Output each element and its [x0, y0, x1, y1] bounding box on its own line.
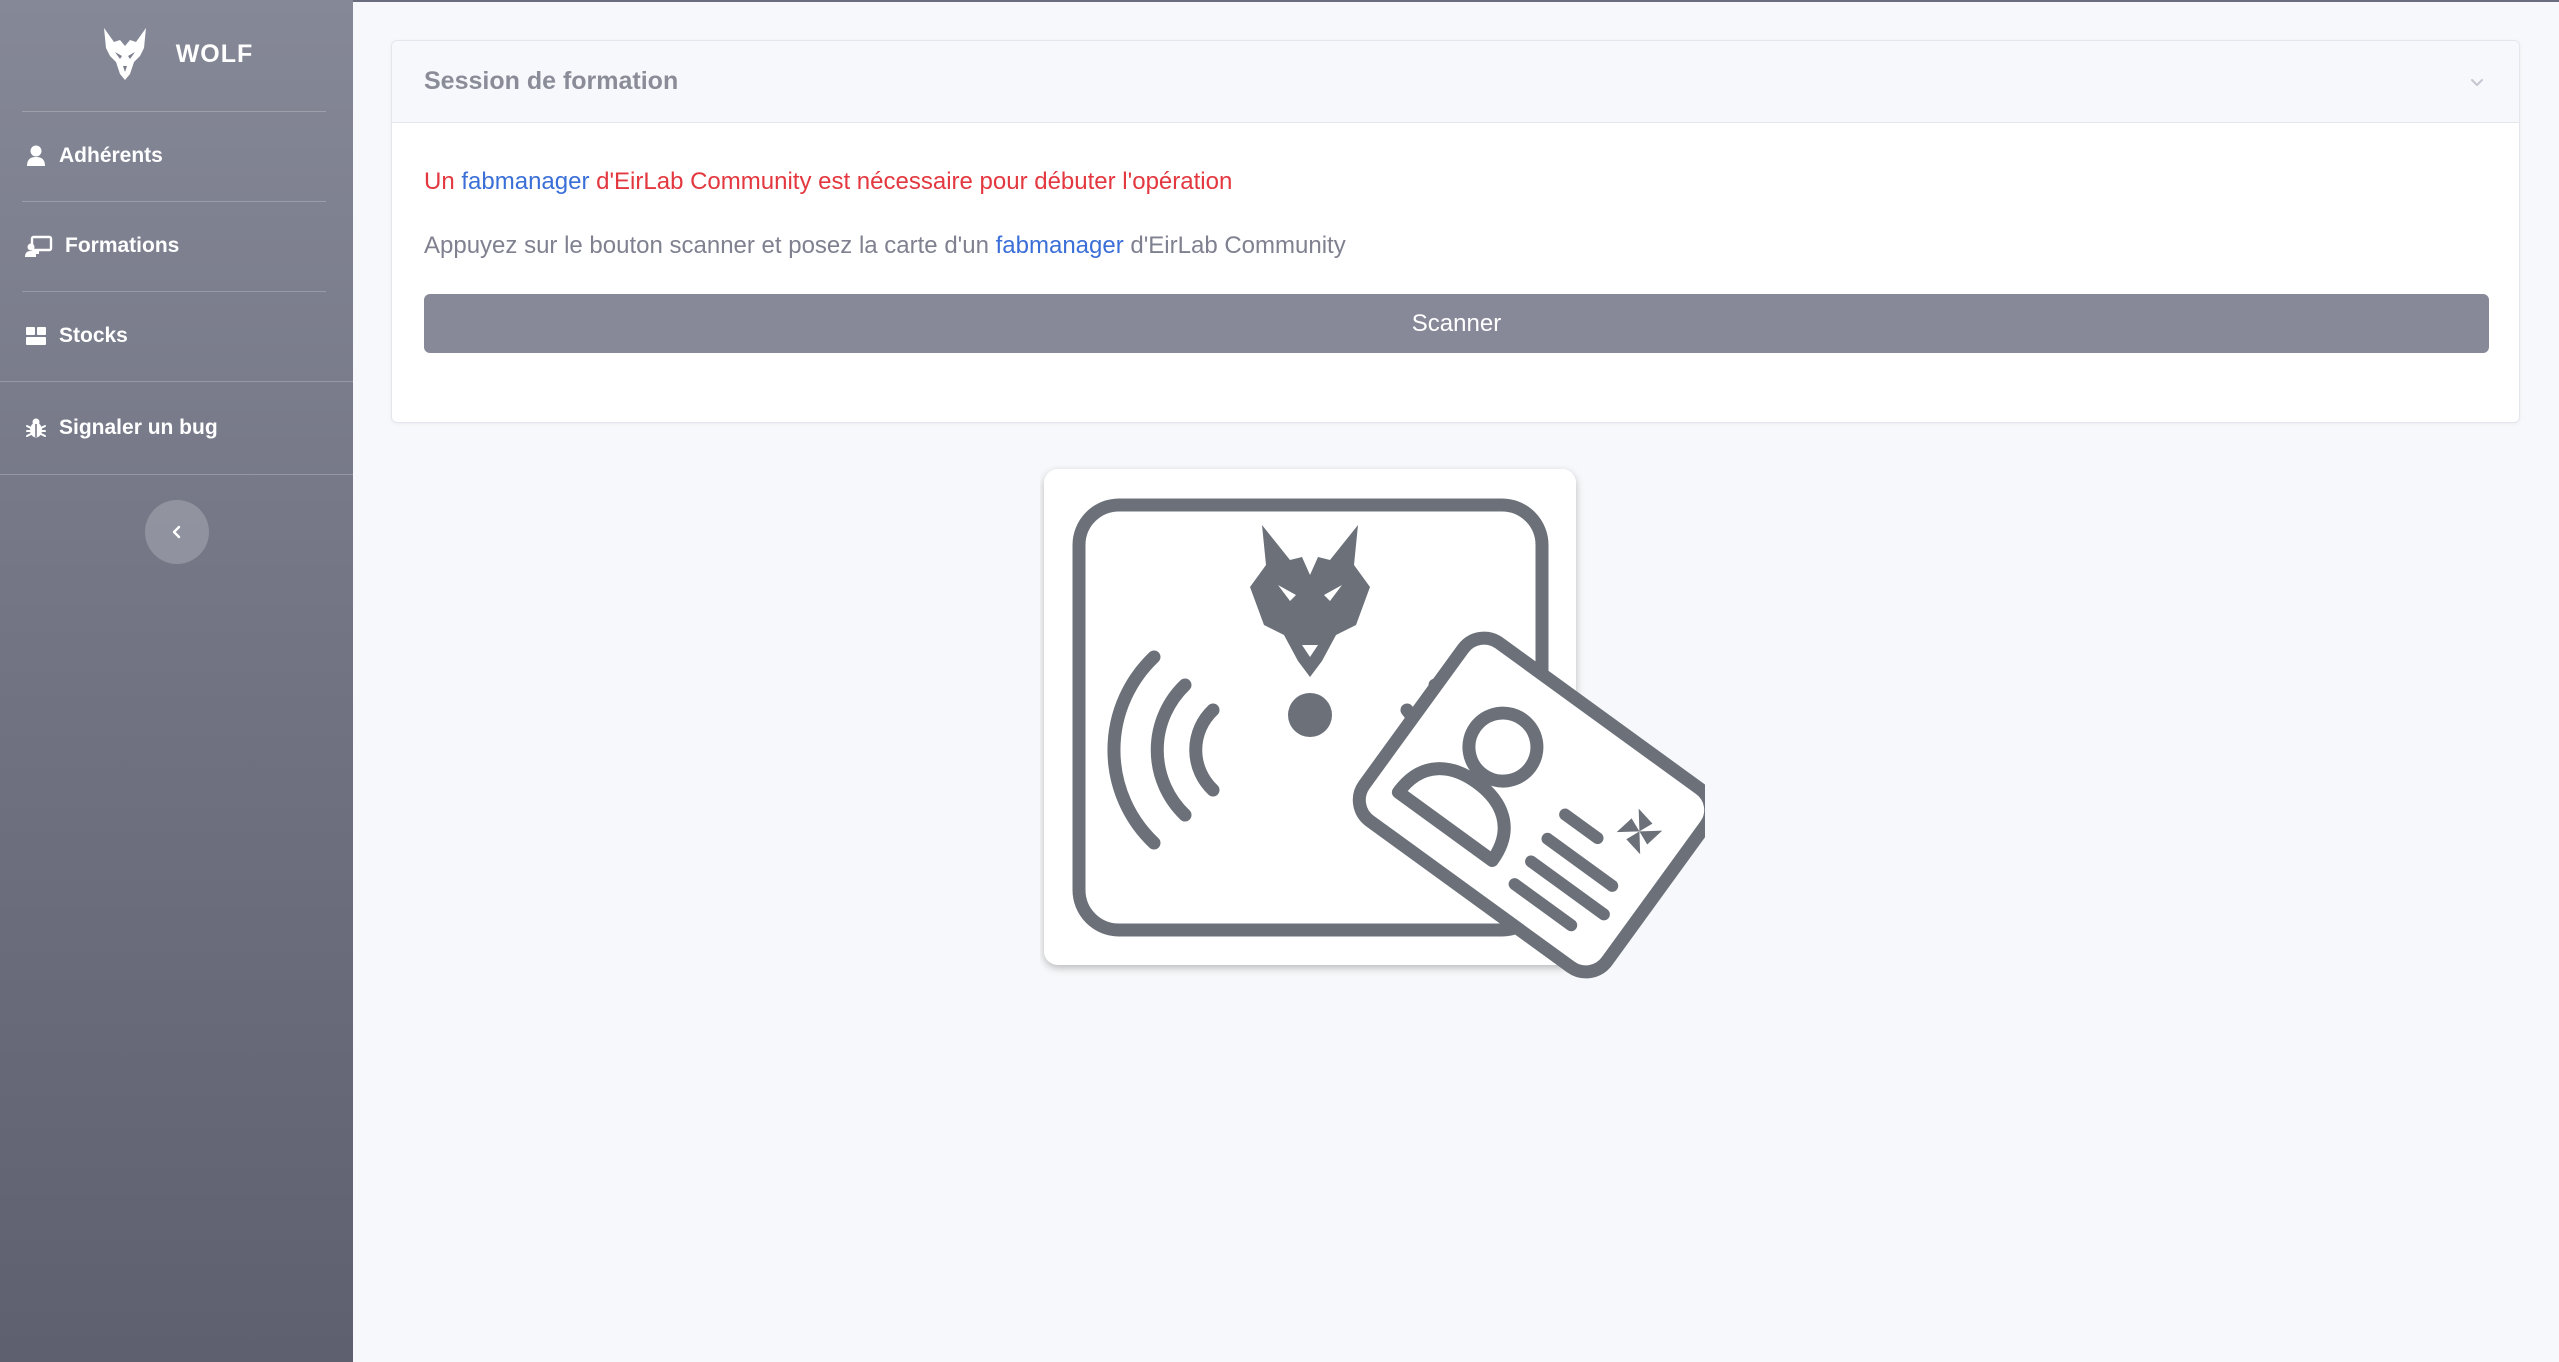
sidebar-item-label: Stocks: [59, 324, 128, 347]
sidebar-item-formations[interactable]: Formations: [0, 202, 353, 290]
card-title: Session de formation: [424, 67, 679, 95]
fabmanager-link[interactable]: fabmanager: [996, 232, 1124, 259]
user-icon: [25, 145, 47, 167]
top-border: [353, 0, 2559, 2]
error-text-post: d'EirLab Community est nécessaire pour d…: [589, 168, 1233, 195]
divider: [0, 381, 353, 382]
sidebar-item-label: Signaler un bug: [59, 416, 218, 439]
sidebar-item-report-bug[interactable]: Signaler un bug: [0, 384, 353, 472]
info-text-pre: Appuyez sur le bouton scanner et posez l…: [424, 232, 996, 259]
fabmanager-link[interactable]: fabmanager: [461, 168, 589, 195]
training-session-card: Session de formation Un fabmanager d'Eir…: [391, 40, 2520, 423]
chevron-down-icon[interactable]: [2467, 72, 2487, 92]
sidebar-item-label: Adhérents: [59, 144, 163, 167]
chalkboard-teacher-icon: [25, 235, 53, 257]
sidebar-item-label: Formations: [65, 234, 180, 257]
wolf-head-icon: [103, 28, 146, 80]
card-header[interactable]: Session de formation: [392, 41, 2519, 123]
bug-icon: [25, 417, 47, 439]
boxes-icon: [25, 325, 47, 347]
collapse-sidebar-button[interactable]: [145, 500, 209, 564]
brand-name: WOLF: [175, 39, 254, 68]
sidebar-item-stocks[interactable]: Stocks: [0, 292, 353, 380]
info-text-post: d'EirLab Community: [1123, 232, 1346, 259]
instruction-message: Appuyez sur le bouton scanner et posez l…: [424, 232, 1346, 260]
chevron-left-icon: [172, 525, 181, 539]
divider: [0, 474, 353, 475]
scan-button[interactable]: Scanner: [424, 294, 2489, 353]
nfc-badge-scan-icon: [1044, 469, 1705, 979]
sidebar-item-adherents[interactable]: Adhérents: [0, 112, 353, 200]
sidebar: WOLF Adhérents Formations Stocks Signale…: [0, 0, 353, 1362]
error-text-pre: Un: [424, 168, 462, 195]
error-message: Un fabmanager d'EirLab Community est néc…: [424, 168, 1232, 196]
brand[interactable]: WOLF: [0, 0, 353, 108]
